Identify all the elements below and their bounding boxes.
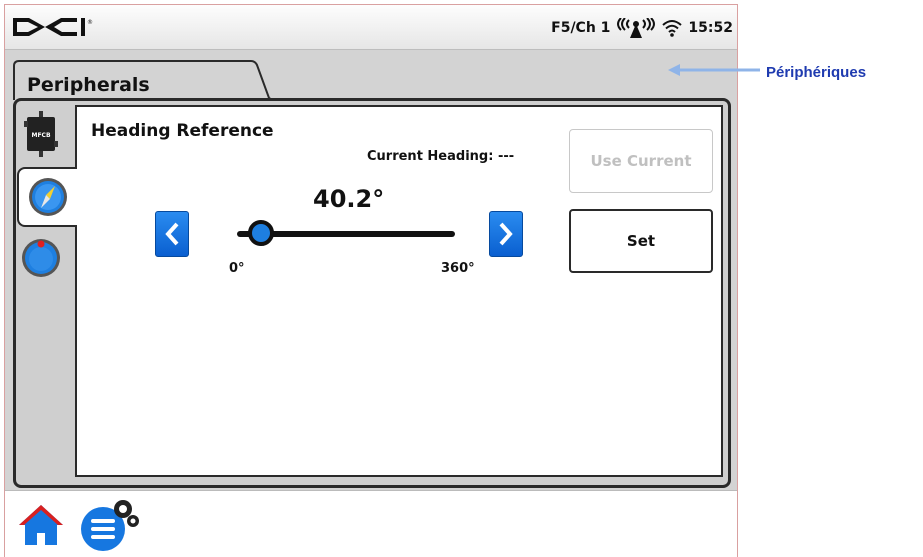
slider-min-label: 0°	[229, 261, 245, 276]
side-tab-compass[interactable]	[17, 167, 77, 227]
set-button[interactable]: Set	[569, 209, 713, 273]
use-current-button[interactable]: Use Current	[569, 129, 713, 193]
mfcb-device-icon: MFCB	[24, 111, 58, 157]
status-bar: ® F5/Ch 1 15:52	[5, 5, 737, 50]
increase-button[interactable]	[489, 211, 523, 257]
channel-label: F5/Ch 1	[551, 20, 611, 36]
tab-title: Peripherals	[27, 74, 150, 96]
home-icon[interactable]	[17, 503, 65, 547]
annotation-arrow	[668, 64, 760, 76]
dial-gauge-icon	[22, 239, 60, 277]
heading-value: 40.2°	[313, 185, 385, 213]
annotation-label: Périphériques	[766, 64, 867, 81]
chevron-left-icon	[165, 222, 179, 246]
svg-text:®: ®	[87, 19, 93, 26]
mfcb-label: MFCB	[31, 132, 50, 139]
slider-max-label: 360°	[441, 261, 475, 276]
chevron-right-icon	[499, 222, 513, 246]
clock: 15:52	[688, 20, 733, 36]
current-heading-label: Current Heading: ---	[367, 149, 515, 164]
antenna-signal-icon	[617, 18, 656, 38]
side-tab-dial[interactable]	[17, 233, 65, 283]
settings-menu-icon[interactable]	[79, 495, 143, 553]
decrease-button[interactable]	[155, 211, 189, 257]
heading-reference-panel: Heading Reference Current Heading: --- 4…	[75, 105, 723, 477]
panel-title: Heading Reference	[91, 121, 274, 141]
heading-slider-thumb[interactable]	[248, 220, 275, 246]
device-screen: ® F5/Ch 1 15:52 Peripherals MFCB Heading…	[4, 4, 738, 557]
compass-icon	[29, 178, 67, 216]
bottom-bar	[5, 490, 737, 557]
side-tab-mfcb[interactable]: MFCB	[17, 109, 65, 159]
dci-logo: ®	[13, 18, 93, 36]
wifi-icon	[662, 20, 683, 37]
